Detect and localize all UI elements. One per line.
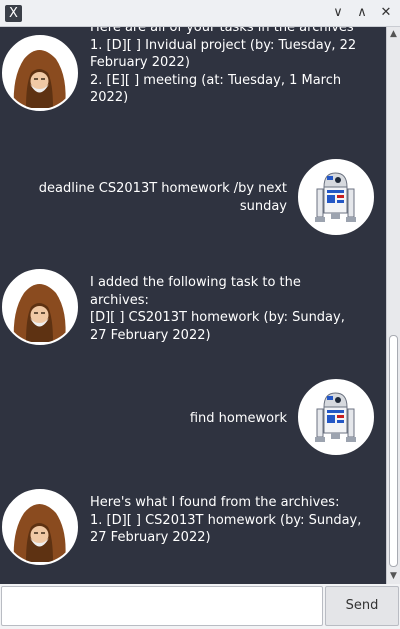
message-line: February 2022) [90,55,190,70]
user-message-text: find homework [190,410,287,428]
duke-message: Here's what I found from the archives: 1… [0,489,386,569]
message-line: 2. [E][ ] meeting (at: Tuesday, 1 March [90,72,342,88]
duke-message-text: Here are all of your tasks in the archiv… [90,27,356,107]
r2d2-robot-icon [300,161,371,232]
scroll-up-arrow-icon[interactable]: ▲ [387,28,400,41]
duke-message-text: Here's what I found from the archives: 1… [90,494,361,547]
scrollbar-thumb[interactable] [389,335,398,567]
title-bar: X ∨ ∧ ✕ [0,0,400,27]
duke-avatar [2,489,78,565]
maximize-button[interactable]: ∧ [352,4,372,22]
user-avatar [298,159,374,235]
message-line: Here are all of your tasks in the archiv… [90,27,354,35]
r2d2-robot-icon [300,381,371,452]
duke-message: I added the following task to the archiv… [0,269,386,349]
chat-pane: Here are all of your tasks in the archiv… [0,27,386,584]
close-button[interactable]: ✕ [376,4,396,22]
chat-scrollbar[interactable]: ▲ ▼ [386,27,400,584]
message-line: Here's what I found from the archives: [90,495,340,510]
user-avatar [298,379,374,455]
duke-avatar [2,269,78,345]
user-message: deadline CS2013T homework /by next sunda… [0,159,386,241]
hooded-sage-icon [4,37,75,108]
hooded-sage-icon [4,491,75,562]
duke-message: Here are all of your tasks in the archiv… [0,27,386,119]
message-line: 2022) [90,90,129,105]
message-line: 1. [D][ ] CS2013T homework (by: Sunday, [90,512,362,528]
message-line: deadline CS2013T homework /by next [38,181,287,196]
message-line: archives: [90,292,149,308]
duke-avatar [2,35,78,111]
message-input[interactable] [1,586,323,626]
message-line: find homework [189,411,287,426]
send-button[interactable]: Send [325,586,399,626]
message-line: sunday [239,198,287,214]
message-line: 1. [D][ ] Invidual project (by: Tuesday,… [90,37,357,53]
message-line: [D][ ] CS2013T homework (by: Sunday, [90,310,345,325]
message-line: 27 February 2022) [90,530,211,545]
message-line: 27 February 2022) [90,327,211,343]
app-icon: X [5,5,22,22]
minimize-button[interactable]: ∨ [328,4,348,22]
user-message: find homework [0,379,386,461]
duke-message-text: I added the following task to the archiv… [90,274,345,344]
scroll-down-arrow-icon[interactable]: ▼ [387,570,400,583]
input-bar: Send [0,584,400,629]
message-line: I added the following task to the [90,275,301,290]
hooded-sage-icon [4,271,75,342]
user-message-text: deadline CS2013T homework /by next sunda… [39,180,287,215]
